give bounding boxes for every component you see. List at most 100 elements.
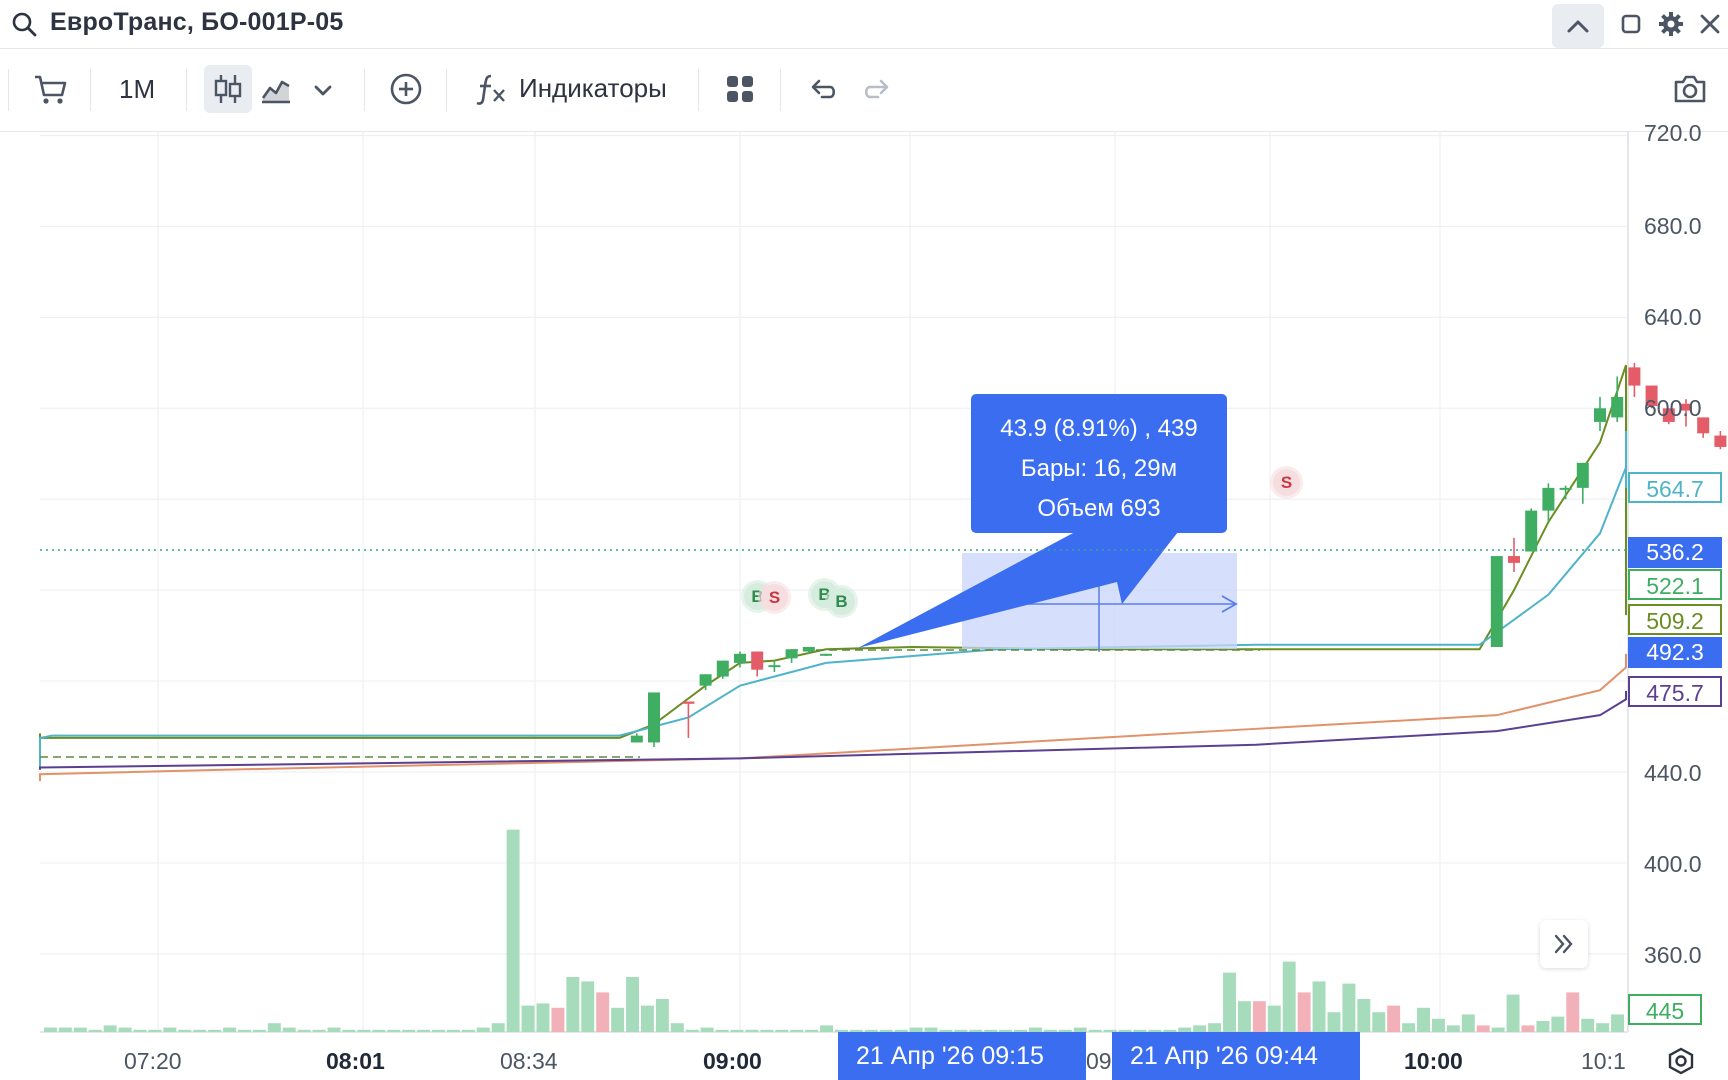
- volume-bar: [506, 829, 520, 1032]
- chart-area[interactable]: 43.9 (8.91%) , 439 Бары: 16, 29м Объем 6…: [0, 132, 1728, 1080]
- volume-bar: [1357, 999, 1371, 1032]
- y-axis-label: 640.0: [1644, 304, 1702, 330]
- volume-bar: [1312, 981, 1326, 1032]
- measurement-volume: Объем 693: [1037, 495, 1161, 522]
- moving-average-line: [39, 364, 1627, 739]
- candle-body: [630, 735, 643, 743]
- price-tag-ma-1: 509.2: [1628, 604, 1722, 635]
- x-axis-label: 09:00: [703, 1048, 762, 1074]
- volume-bar: [387, 1029, 401, 1032]
- volume-bar: [342, 1029, 356, 1032]
- instrument-title[interactable]: ЕвроТранс, БО-001Р-05: [50, 8, 343, 37]
- volume-bar: [1193, 1025, 1207, 1032]
- volume-bar: [1282, 961, 1296, 1032]
- layout-grid-icon[interactable]: [722, 71, 758, 107]
- candle-body: [1576, 462, 1589, 488]
- candle-body: [768, 665, 781, 668]
- volume-bar: [1521, 1025, 1535, 1032]
- volume-bar: [1237, 1001, 1251, 1032]
- volume-bar: [730, 1029, 744, 1032]
- volume-bar: [1252, 1001, 1266, 1032]
- chevron-up-icon: [1567, 20, 1589, 33]
- volume-bar: [1267, 1005, 1281, 1032]
- trade-marker-buy[interactable]: B: [828, 588, 855, 615]
- volume-bar: [1402, 1023, 1416, 1032]
- chevron-down-icon[interactable]: [308, 75, 338, 105]
- search-icon[interactable]: [10, 10, 38, 38]
- volume-bar: [1417, 1007, 1430, 1032]
- close-icon[interactable]: [1696, 10, 1724, 38]
- volume-bar: [73, 1027, 87, 1032]
- candle-body: [1559, 487, 1572, 490]
- function-icon: [474, 71, 508, 107]
- indicators-button[interactable]: Индикаторы: [474, 67, 674, 113]
- volume-bar: [297, 1029, 311, 1032]
- undo-icon[interactable]: [804, 73, 840, 105]
- gear-icon[interactable]: [1656, 9, 1686, 39]
- volume-bar: [1551, 1016, 1565, 1032]
- camera-icon[interactable]: [1670, 71, 1710, 107]
- volume-bar: [566, 977, 580, 1032]
- candle-body: [1611, 396, 1624, 418]
- candle-body: [648, 692, 660, 743]
- candle-body: [802, 646, 815, 652]
- volume-bar: [581, 981, 595, 1032]
- volume-bar: [715, 1029, 729, 1032]
- scroll-to-latest-button[interactable]: [1540, 920, 1588, 968]
- volume-bar: [760, 1029, 774, 1032]
- volume-bar: [790, 1029, 804, 1032]
- volume-bar: [133, 1029, 147, 1032]
- y-axis-label: 720.0: [1644, 120, 1702, 146]
- volume-bar: [178, 1029, 192, 1032]
- x-axis-label: 08:01: [326, 1048, 385, 1074]
- moving-average-line: [39, 653, 1627, 782]
- maximize-icon[interactable]: [1618, 11, 1644, 37]
- volume-bar: [58, 1027, 72, 1032]
- measurement-bars: Бары: 16, 29м: [1020, 455, 1178, 482]
- price-tag-volume: 445: [1628, 994, 1702, 1025]
- trade-marker-sell[interactable]: S: [761, 584, 788, 611]
- volume-bar: [805, 1029, 819, 1032]
- volume-bar: [611, 1007, 625, 1032]
- axis-settings-icon[interactable]: [1664, 1044, 1698, 1078]
- volume-bar: [1387, 1005, 1401, 1032]
- volume-bar: [1088, 1029, 1102, 1032]
- volume-bar: [372, 1029, 386, 1032]
- volume-bar: [148, 1029, 162, 1032]
- y-axis-label: 400.0: [1644, 851, 1702, 877]
- price-tag-last: 522.1: [1628, 569, 1722, 600]
- x-axis-label: 10:1: [1581, 1048, 1626, 1074]
- volume-bar: [327, 1027, 341, 1032]
- range-end-date: 21 Апр '26 09:44: [1112, 1032, 1360, 1080]
- volume-bar: [491, 1023, 505, 1032]
- volume-bar: [1536, 1021, 1550, 1032]
- price-tag-current: 536.2: [1628, 537, 1722, 568]
- volume-bar: [103, 1025, 117, 1032]
- redo-icon[interactable]: [860, 73, 896, 105]
- add-circle-icon[interactable]: [388, 71, 424, 107]
- trade-marker-sell[interactable]: S: [1273, 469, 1300, 496]
- volume-bar: [163, 1027, 177, 1032]
- volume-bar: [1327, 1012, 1341, 1032]
- collapse-button[interactable]: [1552, 4, 1604, 48]
- candle-body: [1542, 487, 1555, 511]
- volume-bar: [1461, 1014, 1475, 1032]
- volume-bar: [640, 1005, 654, 1032]
- volume-bar: [1506, 994, 1520, 1032]
- volume-bar: [1596, 1023, 1610, 1032]
- chart-canvas[interactable]: [0, 132, 1728, 1080]
- volume-bar: [1342, 983, 1356, 1032]
- volume-bar: [1372, 1012, 1386, 1032]
- candle-body: [785, 649, 798, 659]
- volume-bar: [626, 977, 639, 1032]
- title-bar: ЕвроТранс, БО-001Р-05: [0, 0, 1728, 49]
- candle-body: [751, 651, 764, 670]
- volume-bar: [252, 1029, 266, 1032]
- volume-bar: [402, 1029, 416, 1032]
- volume-bar: [461, 1029, 475, 1032]
- cart-icon[interactable]: [32, 72, 70, 108]
- area-chart-icon[interactable]: [258, 71, 294, 107]
- volume-bar: [685, 1029, 699, 1032]
- price-tag-measure: 492.3: [1628, 637, 1722, 668]
- timeframe-selector[interactable]: 1M: [119, 74, 155, 105]
